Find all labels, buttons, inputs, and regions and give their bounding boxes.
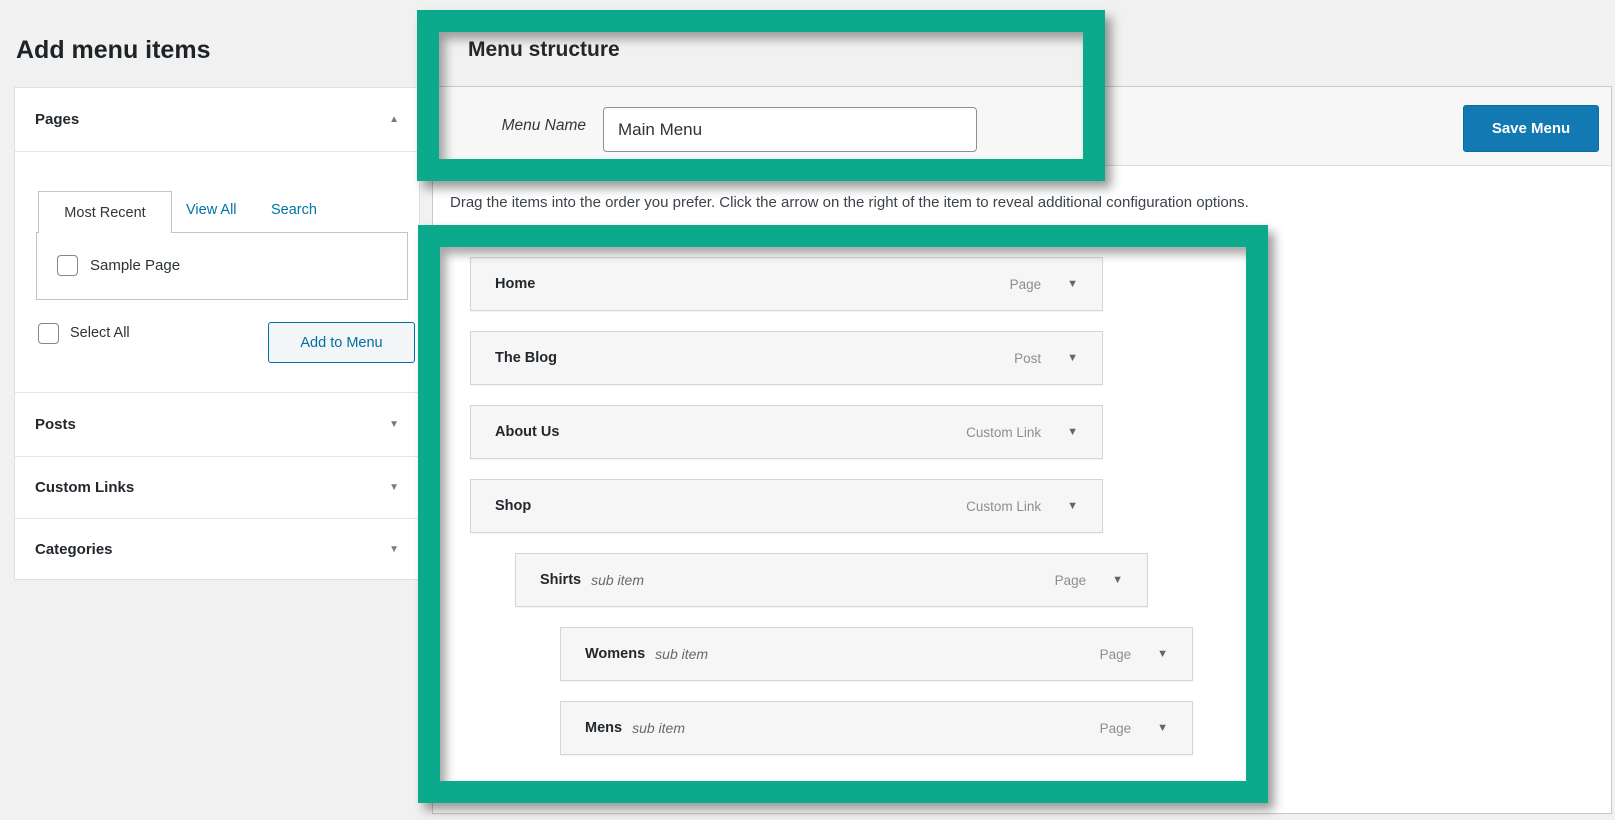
add-to-menu-button[interactable]: Add to Menu xyxy=(268,322,415,363)
chevron-down-icon[interactable]: ▼ xyxy=(1157,648,1168,660)
sub-item-label: sub item xyxy=(591,572,645,588)
menu-item-mens[interactable]: Mens sub item Page ▼ xyxy=(560,701,1193,755)
chevron-down-icon[interactable]: ▼ xyxy=(1067,500,1078,512)
chevron-down-icon[interactable]: ▼ xyxy=(1067,278,1078,290)
menu-item-title: Mens xyxy=(585,720,623,736)
sidebar-section-custom-links[interactable]: Custom Links ▼ xyxy=(15,456,419,518)
menu-item-type: Page xyxy=(1009,276,1042,292)
menu-item-womens[interactable]: Womens sub item Page ▼ xyxy=(560,627,1193,681)
menu-item-title: Home xyxy=(495,276,536,292)
menu-item-about-us[interactable]: About Us Custom Link ▼ xyxy=(470,405,1103,459)
select-all-checkbox[interactable] xyxy=(38,323,59,344)
menu-name-label: Menu Name xyxy=(501,117,586,134)
chevron-down-icon[interactable]: ▼ xyxy=(389,482,399,493)
menu-item-type: Page xyxy=(1099,646,1132,662)
sidebar-section-pages[interactable]: Pages ▲ xyxy=(15,88,419,152)
sub-item-label: sub item xyxy=(655,646,709,662)
save-menu-button[interactable]: Save Menu xyxy=(1463,105,1599,152)
add-menu-items-title: Add menu items xyxy=(16,36,211,64)
menu-item-type: Page xyxy=(1054,572,1087,588)
section-label: Categories xyxy=(35,540,113,558)
menu-structure-title: Menu structure xyxy=(468,38,620,61)
chevron-up-icon[interactable]: ▲ xyxy=(389,114,399,125)
menu-item-title: Womens xyxy=(585,646,646,662)
menu-item-type: Post xyxy=(1014,350,1042,366)
menu-item-shirts[interactable]: Shirts sub item Page ▼ xyxy=(515,553,1148,607)
menu-item-type: Custom Link xyxy=(966,424,1042,440)
section-label: Custom Links xyxy=(35,479,135,496)
menu-item-title: The Blog xyxy=(495,350,558,366)
drag-instruction-text: Drag the items into the order you prefer… xyxy=(450,194,1249,211)
chevron-down-icon[interactable]: ▼ xyxy=(1112,574,1123,586)
select-all-label: Select All xyxy=(70,325,130,341)
tab-view-all[interactable]: View All xyxy=(186,202,237,218)
tab-search[interactable]: Search xyxy=(271,202,317,218)
section-label: Pages xyxy=(35,111,80,128)
menu-item-the-blog[interactable]: The Blog Post ▼ xyxy=(470,331,1103,385)
menu-name-input[interactable] xyxy=(603,107,977,152)
menu-item-type: Custom Link xyxy=(966,498,1042,514)
chevron-down-icon[interactable]: ▼ xyxy=(1157,722,1168,734)
section-label: Posts xyxy=(35,416,76,433)
tab-most-recent[interactable]: Most Recent xyxy=(38,191,172,233)
chevron-down-icon[interactable]: ▼ xyxy=(1067,352,1078,364)
menu-item-title: Shop xyxy=(495,498,532,514)
sample-page-checkbox[interactable] xyxy=(57,255,78,276)
menu-item-title: Shirts xyxy=(540,572,582,588)
sub-item-label: sub item xyxy=(632,720,685,736)
menu-item-type: Page xyxy=(1099,720,1132,736)
sample-page-label: Sample Page xyxy=(90,257,181,274)
menu-item-shop[interactable]: Shop Custom Link ▼ xyxy=(470,479,1103,533)
chevron-down-icon[interactable]: ▼ xyxy=(389,419,399,430)
chevron-down-icon[interactable]: ▼ xyxy=(389,544,399,555)
menu-item-title: About Us xyxy=(495,424,560,440)
sidebar-section-categories[interactable]: Categories ▼ xyxy=(15,518,419,579)
sidebar-section-posts[interactable]: Posts ▼ xyxy=(15,392,419,456)
menu-item-home[interactable]: Home Page ▼ xyxy=(470,257,1103,311)
chevron-down-icon[interactable]: ▼ xyxy=(1067,426,1078,438)
